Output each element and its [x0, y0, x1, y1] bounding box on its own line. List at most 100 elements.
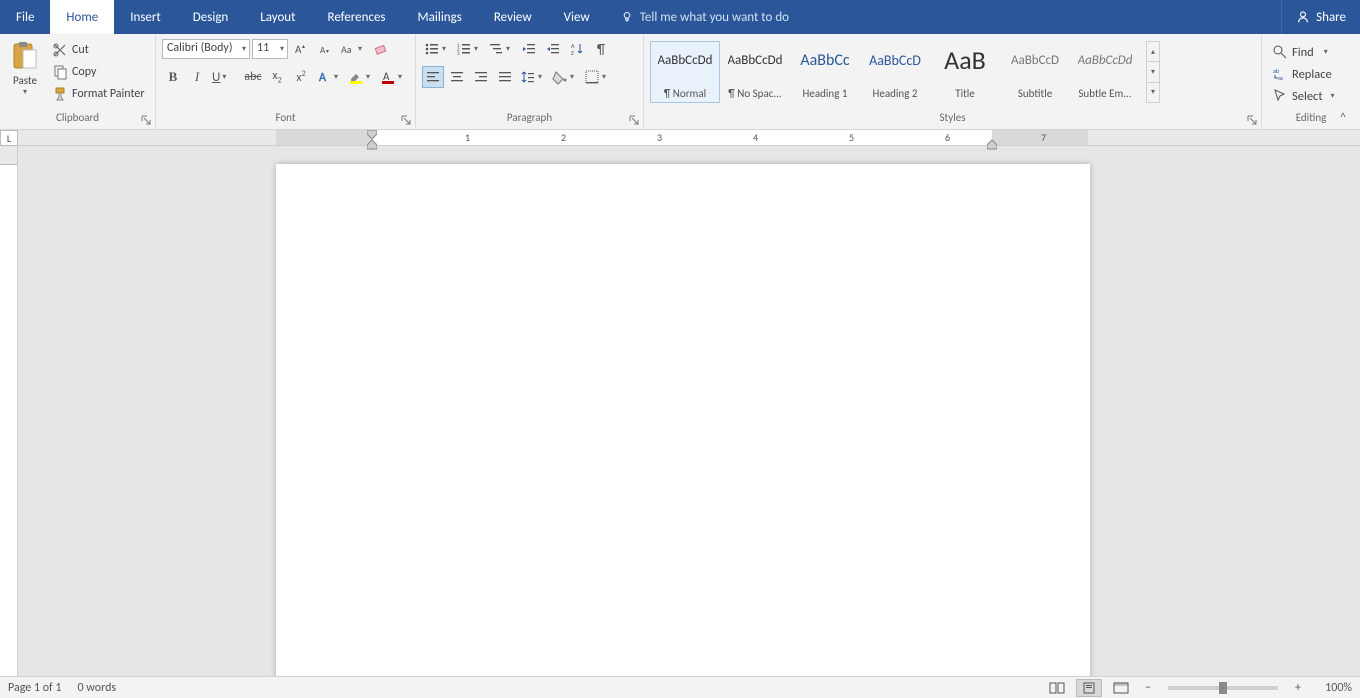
web-layout-button[interactable] — [1108, 679, 1134, 697]
highlight-button[interactable]: ▾ — [346, 66, 376, 88]
tab-view[interactable]: View — [548, 0, 606, 34]
font-color-button[interactable]: A▾ — [378, 66, 408, 88]
tell-me-search[interactable]: Tell me what you want to do — [606, 0, 803, 34]
clipboard-launcher[interactable] — [139, 113, 153, 127]
style-heading-2[interactable]: AaBbCcDHeading 2 — [860, 41, 930, 103]
multilevel-list-button[interactable]: ▾ — [486, 38, 516, 60]
group-label-paragraph: Paragraph — [422, 111, 637, 129]
tab-review[interactable]: Review — [478, 0, 548, 34]
font-name-combo[interactable]: Calibri (Body)▾ — [162, 39, 250, 59]
horizontal-ruler[interactable]: 1234567 — [18, 130, 1360, 146]
print-layout-button[interactable] — [1076, 679, 1102, 697]
paste-label: Paste — [13, 74, 37, 87]
lightbulb-icon — [620, 10, 634, 24]
replace-button[interactable]: abac Replace — [1268, 64, 1339, 84]
style-subtitle[interactable]: AaBbCcDSubtitle — [1000, 41, 1070, 103]
font-launcher[interactable] — [399, 113, 413, 127]
increase-indent-button[interactable] — [542, 38, 564, 60]
style-title[interactable]: AaBTitle — [930, 41, 1000, 103]
status-page[interactable]: Page 1 of 1 — [8, 681, 62, 695]
clear-formatting-button[interactable] — [370, 38, 392, 60]
tab-references[interactable]: References — [312, 0, 402, 34]
show-marks-button[interactable]: ¶ — [590, 38, 612, 60]
tab-design[interactable]: Design — [177, 0, 244, 34]
tab-mailings[interactable]: Mailings — [402, 0, 478, 34]
subscript-button[interactable]: x2 — [266, 66, 288, 88]
zoom-level[interactable]: 100% — [1312, 681, 1352, 695]
svg-text:1: 1 — [457, 43, 460, 49]
borders-button[interactable]: ▾ — [582, 66, 612, 88]
style--no-spac-[interactable]: AaBbCcDd¶ No Spac... — [720, 41, 790, 103]
paintbrush-icon — [52, 86, 68, 102]
collapse-ribbon-button[interactable]: ^ — [1340, 111, 1354, 125]
align-right-button[interactable] — [470, 66, 492, 88]
line-spacing-icon — [520, 69, 536, 85]
numbering-button[interactable]: 123▾ — [454, 38, 484, 60]
multilevel-icon — [488, 41, 504, 57]
eraser-icon — [373, 41, 389, 57]
bullets-button[interactable]: ▾ — [422, 38, 452, 60]
share-button[interactable]: Share — [1281, 0, 1360, 34]
justify-button[interactable] — [494, 66, 516, 88]
styles-launcher[interactable] — [1245, 113, 1259, 127]
font-size-combo[interactable]: 11▾ — [252, 39, 288, 59]
scissors-icon — [52, 42, 68, 58]
svg-text:A: A — [383, 70, 390, 83]
shrink-font-button[interactable]: A▾ — [314, 38, 336, 60]
format-painter-button[interactable]: Format Painter — [48, 84, 149, 104]
text-effects-button[interactable]: A▾ — [314, 66, 344, 88]
italic-button[interactable]: I — [186, 66, 208, 88]
style--normal[interactable]: AaBbCcDd¶ Normal — [650, 41, 720, 103]
line-spacing-button[interactable]: ▾ — [518, 66, 548, 88]
highlighter-icon — [348, 69, 364, 85]
strikethrough-button[interactable]: abc — [242, 66, 264, 88]
copy-button[interactable]: Copy — [48, 62, 149, 82]
paste-icon — [11, 40, 39, 74]
styles-scroll: ▴ ▾ ▾ — [1146, 41, 1160, 103]
svg-text:▴: ▴ — [302, 42, 305, 50]
vertical-ruler[interactable] — [0, 146, 18, 676]
select-button[interactable]: Select▾ — [1268, 86, 1339, 106]
shading-button[interactable]: ▾ — [550, 66, 580, 88]
status-words[interactable]: 0 words — [78, 681, 117, 695]
underline-button[interactable]: U▾ — [210, 66, 240, 88]
paste-button[interactable]: Paste ▾ — [6, 38, 44, 97]
styles-scroll-down[interactable]: ▾ — [1147, 62, 1159, 82]
bold-button[interactable]: B — [162, 66, 184, 88]
tell-me-placeholder: Tell me what you want to do — [640, 10, 789, 25]
grow-font-button[interactable]: A▴ — [290, 38, 312, 60]
status-bar: Page 1 of 1 0 words − + 100% — [0, 676, 1360, 698]
tab-insert[interactable]: Insert — [114, 0, 177, 34]
superscript-button[interactable]: x2 — [290, 66, 312, 88]
numbering-icon: 123 — [456, 41, 472, 57]
zoom-slider[interactable] — [1168, 686, 1278, 690]
align-center-button[interactable] — [446, 66, 468, 88]
change-case-button[interactable]: Aa▾ — [338, 38, 368, 60]
style-heading-1[interactable]: AaBbCcHeading 1 — [790, 41, 860, 103]
outdent-icon — [521, 41, 537, 57]
tab-file[interactable]: File — [0, 0, 50, 34]
document-page[interactable] — [276, 164, 1090, 676]
paragraph-launcher[interactable] — [627, 113, 641, 127]
zoom-in-button[interactable]: + — [1290, 681, 1306, 695]
sort-button[interactable]: AZ — [566, 38, 588, 60]
svg-text:Z: Z — [571, 49, 574, 57]
svg-text:▾: ▾ — [326, 47, 329, 55]
zoom-out-button[interactable]: − — [1140, 681, 1156, 695]
tab-home[interactable]: Home — [50, 0, 114, 34]
ribbon: Paste ▾ Cut Copy Format Painter Clipboar… — [0, 34, 1360, 130]
group-font: Calibri (Body)▾ 11▾ A▴ A▾ Aa▾ B I U▾ abc… — [156, 34, 416, 129]
styles-scroll-up[interactable]: ▴ — [1147, 42, 1159, 62]
style-subtle-em-[interactable]: AaBbCcDdSubtle Em... — [1070, 41, 1140, 103]
find-button[interactable]: Find▾ — [1268, 42, 1339, 62]
styles-more[interactable]: ▾ — [1147, 83, 1159, 102]
decrease-indent-button[interactable] — [518, 38, 540, 60]
tab-selector[interactable]: L — [0, 130, 18, 146]
align-left-button[interactable] — [422, 66, 444, 88]
bullets-icon — [424, 41, 440, 57]
read-mode-button[interactable] — [1044, 679, 1070, 697]
tab-layout[interactable]: Layout — [244, 0, 311, 34]
share-label: Share — [1316, 10, 1346, 25]
svg-text:Aa: Aa — [341, 43, 352, 56]
cut-button[interactable]: Cut — [48, 40, 149, 60]
